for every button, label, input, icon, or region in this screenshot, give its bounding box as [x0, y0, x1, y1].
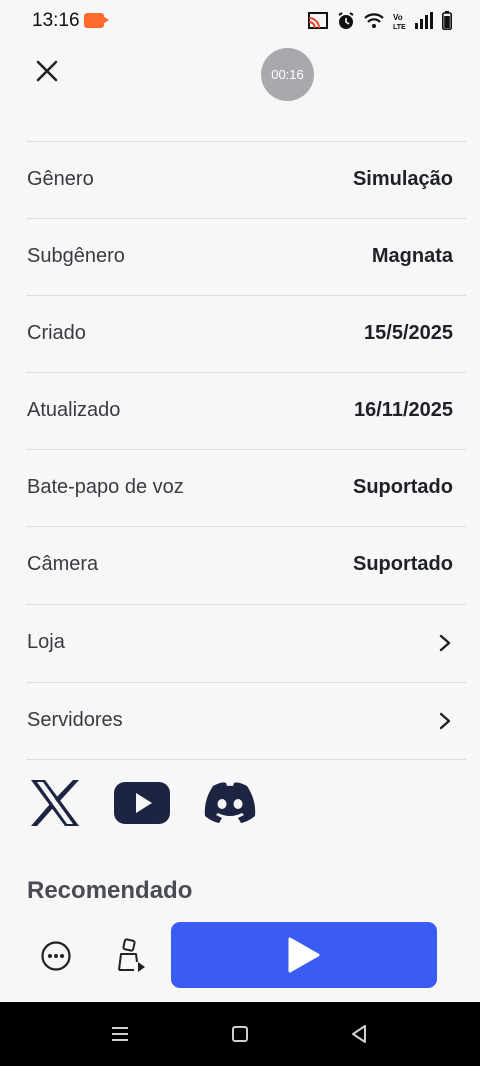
detail-label: Loja: [27, 631, 65, 653]
detail-value: Magnata: [371, 245, 453, 267]
volte-icon: Vo LTE: [393, 13, 406, 30]
x-logo-icon[interactable]: [28, 778, 82, 828]
cast-icon: [308, 12, 328, 29]
social-links: [28, 778, 258, 828]
menu-icon[interactable]: [111, 1024, 129, 1044]
detail-value: Suportado: [353, 476, 453, 498]
details-panel: Gênero Simulação Subgênero Magnata Criad…: [0, 118, 480, 908]
detail-label: Câmera: [27, 553, 99, 575]
detail-label: Servidores: [27, 709, 123, 731]
detail-row-servidores[interactable]: Servidores: [26, 682, 466, 759]
battery-icon: [442, 11, 452, 30]
detail-row-voice-chat: Bate-papo de voz Suportado: [26, 449, 466, 526]
detail-label: Criado: [27, 322, 86, 344]
detail-row-loja[interactable]: Loja: [26, 604, 466, 681]
status-time: 13:16: [32, 10, 80, 31]
section-title-recommended: Recomendado: [27, 877, 193, 904]
more-options-icon[interactable]: [40, 940, 72, 972]
youtube-icon[interactable]: [114, 782, 170, 824]
detail-label: Bate-papo de voz: [27, 476, 184, 498]
status-bar: 13:16 Vo LTE: [0, 0, 480, 40]
top-bar: 00:16: [0, 40, 480, 118]
close-icon[interactable]: [30, 54, 64, 88]
alarm-icon: [338, 11, 354, 29]
detail-label: Gênero: [27, 168, 94, 190]
detail-row-criado: Criado 15/5/2025: [26, 295, 466, 372]
avatar-icon[interactable]: [114, 938, 148, 974]
system-navigation-bar: [0, 1002, 480, 1066]
divider: [26, 759, 466, 760]
play-button[interactable]: [171, 922, 437, 988]
detail-value: Simulação: [352, 168, 453, 190]
play-icon: [288, 937, 320, 973]
detail-value: 15/5/2025: [364, 322, 453, 344]
home-icon[interactable]: [231, 1024, 249, 1044]
detail-label: Atualizado: [27, 399, 121, 421]
detail-row-genero: Gênero Simulação: [26, 141, 466, 218]
svg-text:Vo: Vo: [393, 13, 403, 22]
wifi-icon: [364, 12, 384, 28]
chevron-right-icon: [439, 634, 451, 652]
signal-icon: [415, 12, 433, 29]
detail-row-camera: Câmera Suportado: [26, 526, 466, 603]
recording-timer: 00:16: [261, 48, 314, 101]
bottom-action-bar: [0, 908, 480, 1002]
detail-value: 16/11/2025: [354, 399, 453, 421]
discord-icon[interactable]: [202, 781, 258, 825]
screen-record-icon: [84, 13, 109, 28]
status-icons: Vo LTE: [308, 11, 452, 30]
detail-row-subgenero: Subgênero Magnata: [26, 218, 466, 295]
svg-text:LTE: LTE: [393, 24, 406, 30]
detail-label: Subgênero: [27, 245, 125, 267]
detail-row-atualizado: Atualizado 16/11/2025: [26, 372, 466, 449]
chevron-right-icon: [439, 712, 451, 730]
back-icon[interactable]: [350, 1024, 368, 1044]
detail-value: Suportado: [353, 553, 453, 575]
